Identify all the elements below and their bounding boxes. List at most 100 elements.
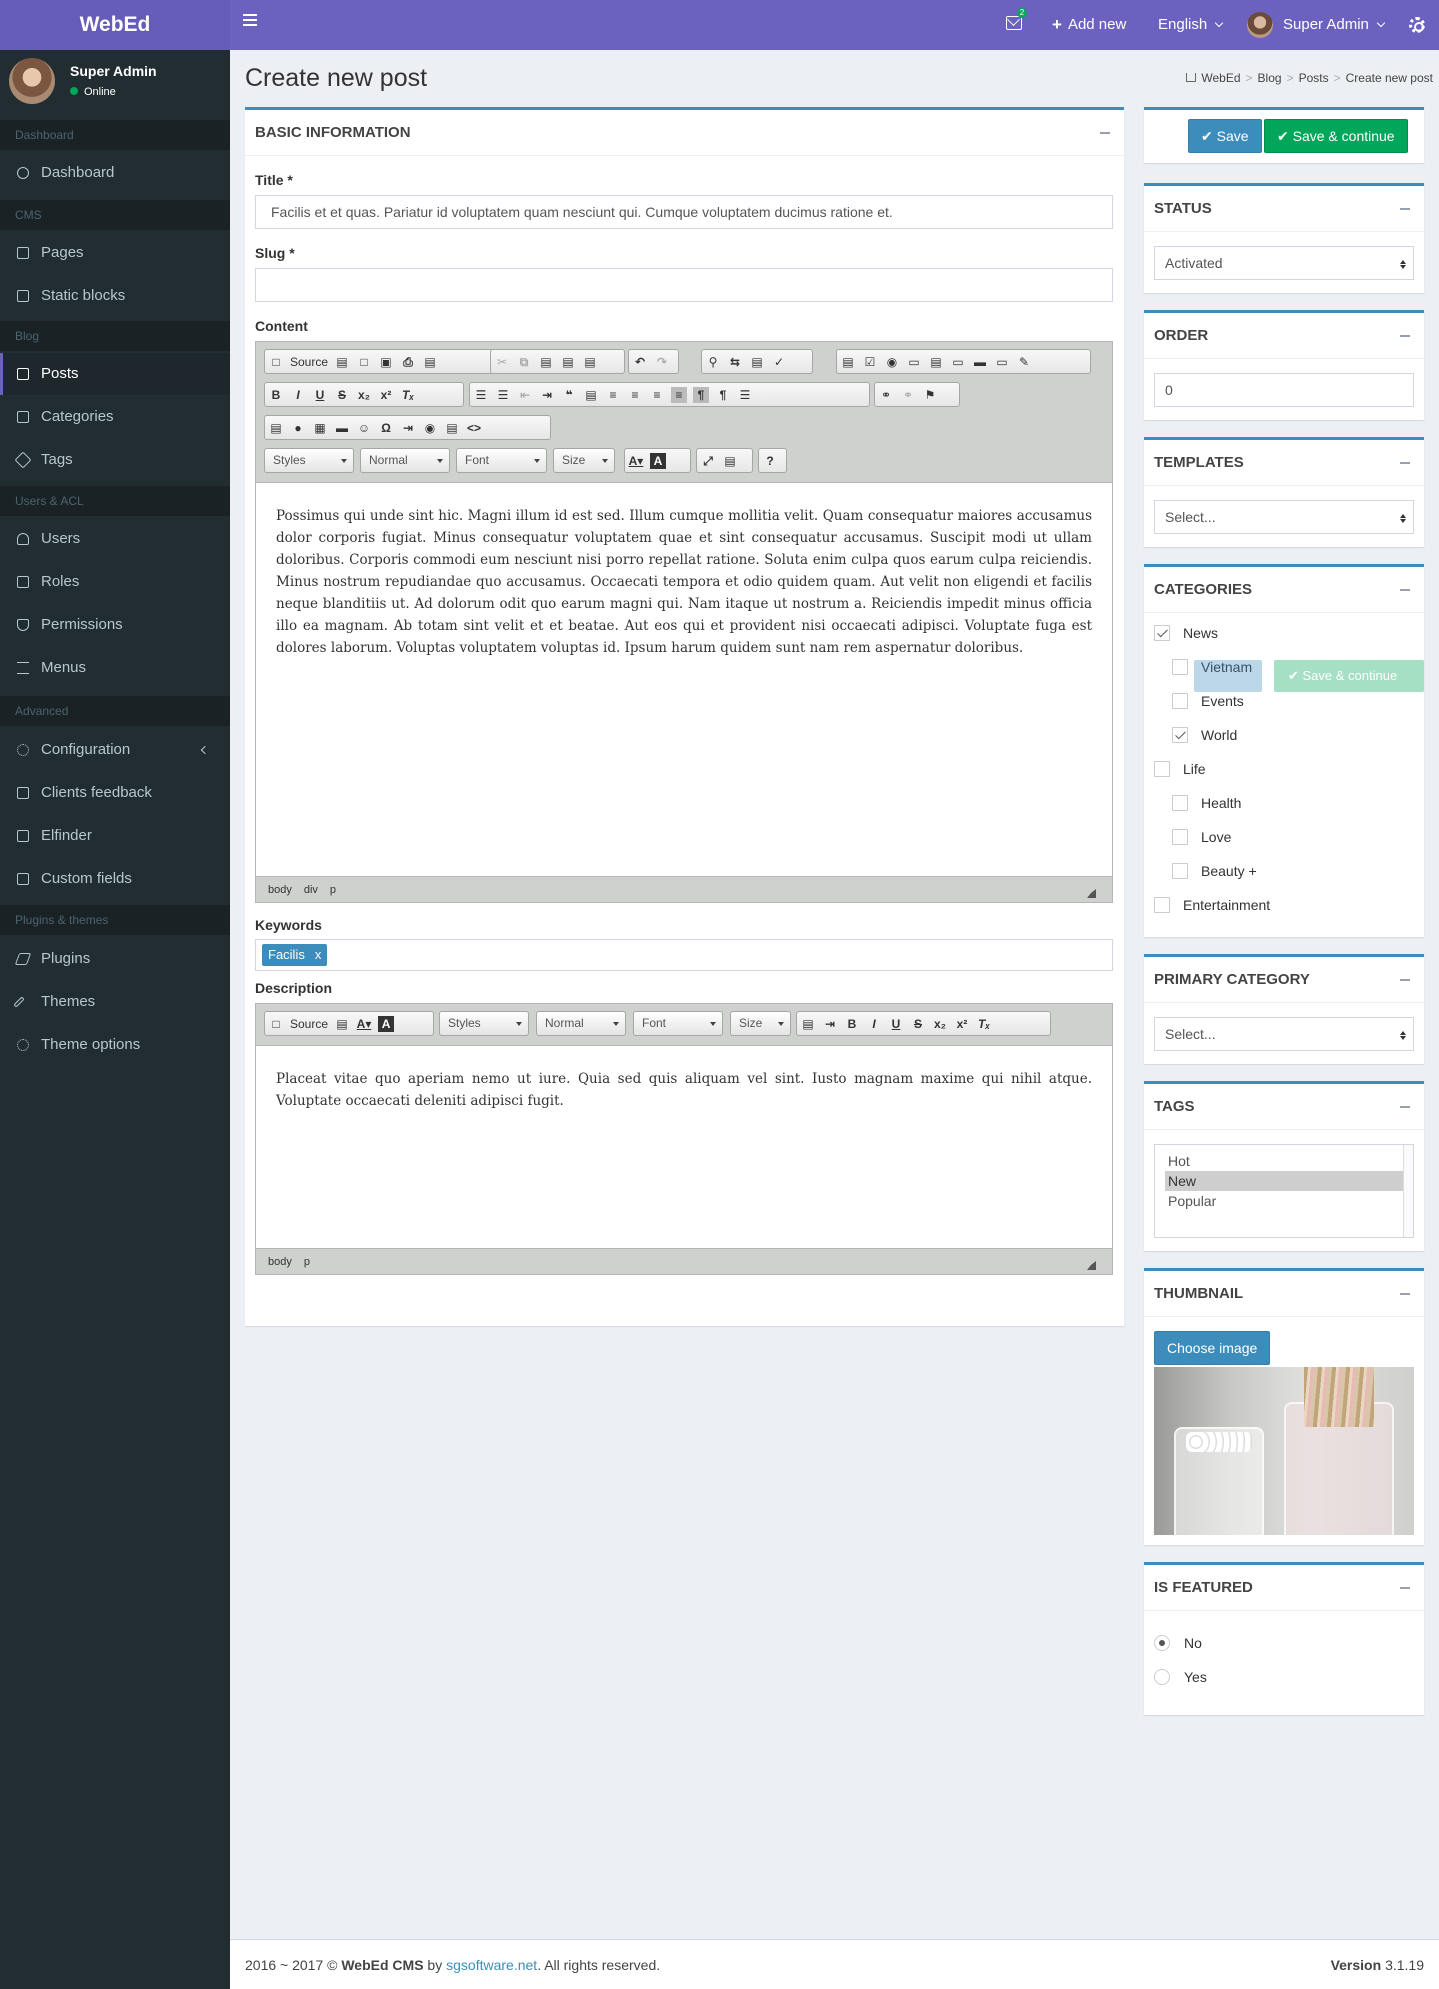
tag-option-new[interactable]: New xyxy=(1165,1171,1403,1191)
strike-icon[interactable]: S xyxy=(910,1016,926,1032)
bulleted-list-icon[interactable]: ☰ xyxy=(495,387,511,403)
align-center-icon[interactable]: ≡ xyxy=(627,387,643,403)
source-button[interactable]: Source xyxy=(290,1017,328,1031)
sidebar-item-custom-fields[interactable]: Custom fields xyxy=(0,858,230,900)
maximize-icon[interactable]: ⤢ xyxy=(700,453,716,469)
sidebar-item-permissions[interactable]: Permissions xyxy=(0,604,230,646)
replace-icon[interactable]: ⇆ xyxy=(727,354,743,370)
path-item[interactable]: div xyxy=(304,884,318,896)
select-all-icon[interactable]: ▤ xyxy=(749,354,765,370)
sidebar-item-configuration[interactable]: Configuration xyxy=(0,729,230,771)
text-color-icon[interactable]: A▾ xyxy=(356,1016,372,1032)
sidebar-item-clients-feedback[interactable]: Clients feedback xyxy=(0,772,230,814)
featured-yes-radio[interactable] xyxy=(1154,1669,1170,1685)
print-icon[interactable]: ⎙ xyxy=(400,354,416,370)
textarea-icon[interactable]: ▤ xyxy=(928,354,944,370)
blockquote-icon[interactable]: ❝ xyxy=(561,387,577,403)
choose-image-button[interactable]: Choose image xyxy=(1154,1331,1271,1365)
hidden-field-icon[interactable]: ✎ xyxy=(1016,354,1032,370)
new-page-icon[interactable]: □ xyxy=(356,354,372,370)
numbered-list-icon[interactable]: ☰ xyxy=(473,387,489,403)
subscript-icon[interactable]: x₂ xyxy=(356,387,372,403)
save-button[interactable]: ✔ Save xyxy=(1188,119,1262,153)
notification-icon[interactable] xyxy=(1006,16,1022,30)
cut-icon[interactable]: ✂ xyxy=(494,354,510,370)
path-item[interactable]: body xyxy=(268,884,292,896)
path-item[interactable]: p xyxy=(304,1256,310,1268)
save-continue-button[interactable]: ✔ Save & continue xyxy=(1264,119,1408,153)
collapse-icon[interactable] xyxy=(1400,462,1410,464)
flash-icon[interactable]: ● xyxy=(290,420,306,436)
user-menu[interactable]: Super Admin xyxy=(1247,0,1386,50)
iframe-icon[interactable]: ◉ xyxy=(422,420,438,436)
select-icon[interactable]: ▭ xyxy=(950,354,966,370)
title-input[interactable]: Facilis et et quas. Pariatur id voluptat… xyxy=(255,195,1113,229)
indent-icon[interactable]: ⇥ xyxy=(539,387,555,403)
div-icon[interactable]: ▤ xyxy=(800,1016,816,1032)
bg-color-icon[interactable]: A xyxy=(378,1015,395,1032)
remove-format-icon[interactable]: Tₓ xyxy=(400,387,416,403)
menu-toggle-icon[interactable] xyxy=(243,14,257,26)
paste-icon[interactable]: ▤ xyxy=(538,354,554,370)
category-checkbox[interactable] xyxy=(1172,863,1188,879)
align-right-icon[interactable]: ≡ xyxy=(649,387,665,403)
collapse-icon[interactable] xyxy=(1100,132,1110,134)
content-editable-area[interactable]: Possimus qui unde sint hic. Magni illum … xyxy=(256,483,1112,878)
spellcheck-icon[interactable]: ✓ xyxy=(771,354,787,370)
footer-link[interactable]: sgsoftware.net xyxy=(446,1957,537,1973)
bold-icon[interactable]: B xyxy=(268,387,284,403)
tag-option-hot[interactable]: Hot xyxy=(1165,1151,1403,1171)
tags-listbox[interactable]: Hot New Popular xyxy=(1154,1144,1414,1238)
templates-select[interactable]: Select... xyxy=(1154,500,1414,534)
category-checkbox[interactable] xyxy=(1172,693,1188,709)
order-input[interactable]: 0 xyxy=(1154,373,1414,407)
slug-input[interactable] xyxy=(255,268,1113,302)
page-break-icon[interactable]: ⇥ xyxy=(400,420,416,436)
category-checkbox[interactable] xyxy=(1154,625,1170,641)
image-icon[interactable]: ▤ xyxy=(334,1016,350,1032)
primary-category-select[interactable]: Select... xyxy=(1154,1017,1414,1051)
sidebar-item-static-blocks[interactable]: Static blocks xyxy=(0,275,230,317)
special-char-icon[interactable]: Ω xyxy=(378,420,394,436)
category-checkbox[interactable] xyxy=(1172,727,1188,743)
breadcrumb-item[interactable]: WebEd xyxy=(1201,71,1240,85)
italic-icon[interactable]: I xyxy=(866,1016,882,1032)
help-icon[interactable]: ? xyxy=(762,453,778,469)
redo-icon[interactable]: ↷ xyxy=(654,354,670,370)
styles-dropdown[interactable]: Styles xyxy=(439,1011,529,1036)
bg-color-icon[interactable]: A xyxy=(650,452,666,469)
paste-text-icon[interactable]: ▤ xyxy=(560,354,576,370)
add-new-button[interactable]: + Add new xyxy=(1052,0,1126,50)
save-icon[interactable]: ▤ xyxy=(334,354,350,370)
checkbox-icon[interactable]: ☑ xyxy=(862,354,878,370)
font-dropdown[interactable]: Font xyxy=(633,1011,723,1036)
breadcrumb-item[interactable]: Posts xyxy=(1299,71,1329,85)
horizontal-rule-icon[interactable]: ▬ xyxy=(334,420,350,436)
textfield-icon[interactable]: ▭ xyxy=(906,354,922,370)
outdent-icon[interactable]: ⇤ xyxy=(517,387,533,403)
find-icon[interactable]: ⚲ xyxy=(705,354,721,370)
bold-icon[interactable]: B xyxy=(844,1016,860,1032)
rtl-icon[interactable]: ¶ xyxy=(715,387,731,403)
preview-icon[interactable]: ▣ xyxy=(378,354,394,370)
embed-icon[interactable]: ▤ xyxy=(444,420,460,436)
collapse-icon[interactable] xyxy=(1400,589,1410,591)
logo[interactable]: WebEd xyxy=(0,0,230,50)
form-icon[interactable]: ▤ xyxy=(840,354,856,370)
anchor-icon[interactable]: ⚑ xyxy=(922,387,938,403)
styles-dropdown[interactable]: Styles xyxy=(264,448,354,473)
category-checkbox[interactable] xyxy=(1172,829,1188,845)
sidebar-item-categories[interactable]: Categories xyxy=(0,396,230,438)
sidebar-item-themes[interactable]: Themes xyxy=(0,981,230,1023)
templates-icon[interactable]: ▤ xyxy=(422,354,438,370)
format-dropdown[interactable]: Normal xyxy=(536,1011,626,1036)
strike-icon[interactable]: S xyxy=(334,387,350,403)
image-icon[interactable]: ▤ xyxy=(268,420,284,436)
gear-icon[interactable] xyxy=(1409,17,1425,33)
sidebar-item-users[interactable]: Users xyxy=(0,518,230,560)
status-select[interactable]: Activated xyxy=(1154,246,1414,280)
format-dropdown[interactable]: Normal xyxy=(360,448,450,473)
text-color-icon[interactable]: A▾ xyxy=(628,453,644,469)
sidebar-item-roles[interactable]: Roles xyxy=(0,561,230,603)
size-dropdown[interactable]: Size xyxy=(553,448,615,473)
